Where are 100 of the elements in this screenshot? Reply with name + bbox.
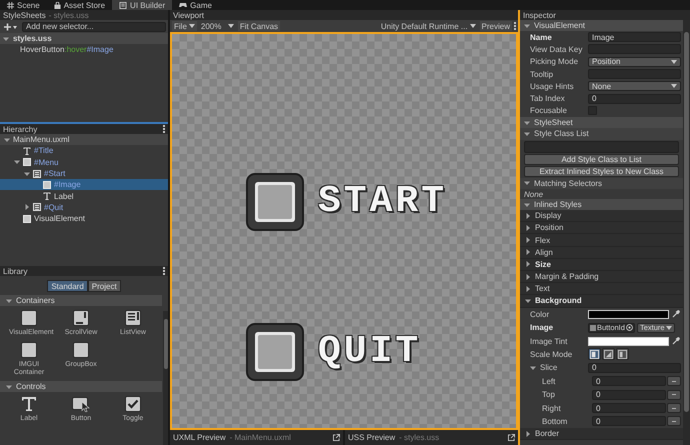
action-button[interactable]: Extract Inlined Styles to New Class <box>524 166 679 178</box>
eyedropper-icon[interactable] <box>672 310 681 319</box>
foldout-header[interactable]: Position <box>520 222 683 234</box>
foldout-arrow-icon[interactable] <box>525 261 531 268</box>
library-tab[interactable]: Project <box>88 280 121 292</box>
scale-mode-button[interactable] <box>602 348 615 360</box>
foldout-arrow-icon[interactable] <box>24 170 30 177</box>
number-field[interactable]: 0 <box>588 362 681 373</box>
foldout-arrow-icon[interactable] <box>525 274 531 280</box>
foldout-title: Border <box>535 429 560 438</box>
tree-item[interactable]: #Title <box>0 145 168 157</box>
foldout-arrow-icon[interactable] <box>525 237 531 244</box>
theme-dropdown[interactable]: Unity Default Runtime ... <box>378 21 478 31</box>
class-name-field[interactable] <box>524 140 679 153</box>
editor-tab[interactable]: Scene <box>0 0 47 10</box>
mode-button[interactable] <box>667 390 681 400</box>
eyedropper-icon[interactable] <box>672 336 681 346</box>
foldout-arrow-icon[interactable] <box>24 204 30 210</box>
foldout-arrow-icon[interactable] <box>6 384 12 390</box>
field-label: Usage Hints <box>530 82 575 91</box>
text-field[interactable]: Image <box>588 32 681 42</box>
foldout-header[interactable]: Matching Selectors <box>520 178 683 190</box>
number-field[interactable]: 0 <box>592 403 666 413</box>
tree-item[interactable]: VisualElement <box>0 213 168 224</box>
tree-item[interactable]: #Quit <box>0 202 168 214</box>
editor-tab[interactable]: Game <box>172 0 219 10</box>
target-icon[interactable] <box>626 324 633 332</box>
foldout-header[interactable]: Display <box>520 210 683 222</box>
action-button[interactable]: Add Style Class to List <box>524 154 679 166</box>
number-field[interactable]: 0 <box>592 390 666 400</box>
dropdown[interactable]: None <box>588 81 681 92</box>
mode-button[interactable] <box>667 376 681 386</box>
zoom-dropdown[interactable]: 200% <box>198 21 236 31</box>
editor-tab[interactable]: UI Builder <box>112 0 172 10</box>
add-button[interactable] <box>2 22 20 32</box>
selector-input[interactable]: Add new selector... <box>22 22 166 32</box>
color-field[interactable] <box>588 336 669 346</box>
scale-mode-button[interactable] <box>588 348 601 360</box>
section-header[interactable]: StyleSheet <box>520 117 683 128</box>
foldout-header[interactable]: Border <box>520 428 683 440</box>
foldout-arrow-icon[interactable] <box>525 298 531 304</box>
foldout-arrow-icon[interactable] <box>524 202 530 208</box>
foldout-header[interactable]: Flex <box>520 234 683 247</box>
foldout-title: Background <box>535 296 582 306</box>
caret-icon <box>671 84 677 88</box>
foldout-arrow-icon[interactable] <box>4 136 10 143</box>
number-field[interactable]: 0 <box>592 376 666 386</box>
foldout-arrow-icon[interactable] <box>525 224 531 231</box>
selector-item[interactable]: HoverButton:hover#Image <box>0 44 168 55</box>
foldout-arrow-icon[interactable] <box>3 36 9 42</box>
fit-canvas-button[interactable]: Fit Canvas <box>238 21 280 31</box>
square-frame-icon[interactable] <box>246 323 304 381</box>
number-field[interactable]: 0 <box>592 416 666 426</box>
mode-button[interactable] <box>667 403 681 413</box>
library-tab[interactable]: Standard <box>47 280 88 292</box>
foldout-arrow-icon[interactable] <box>530 364 536 371</box>
dropdown[interactable]: Position <box>588 56 681 67</box>
foldout-arrow-icon[interactable] <box>525 249 531 256</box>
foldout-arrow-icon[interactable] <box>525 286 531 292</box>
button-label[interactable]: START <box>318 183 448 221</box>
foldout-header[interactable]: Style Class List <box>520 128 683 140</box>
foldout-arrow-icon[interactable] <box>524 120 530 126</box>
tree-item[interactable]: #Menu <box>0 156 168 168</box>
editor-tab[interactable]: Asset Store <box>46 0 112 10</box>
section-header[interactable]: VisualElement <box>520 20 683 31</box>
file-menu[interactable]: File <box>172 21 197 31</box>
section-header[interactable]: Controls <box>0 381 162 392</box>
square-frame-icon[interactable] <box>246 173 304 231</box>
field-label: View Data Key <box>530 44 584 54</box>
mode-button[interactable] <box>667 416 681 426</box>
tree-item[interactable]: #Start <box>0 168 168 180</box>
pop-out-icon[interactable] <box>508 434 515 441</box>
stylesheet-item[interactable]: styles.uss <box>0 33 168 44</box>
pop-out-icon[interactable] <box>333 434 340 441</box>
scale-mode-button[interactable] <box>616 348 629 360</box>
viewport-canvas[interactable]: START QUIT <box>170 32 518 430</box>
foldout-arrow-icon[interactable] <box>524 180 530 186</box>
foldout-header[interactable]: Margin & Padding <box>520 271 683 284</box>
scrollbar[interactable] <box>683 20 690 445</box>
tree-item[interactable]: MainMenu.uxml <box>0 134 168 146</box>
foldout-header[interactable]: Size <box>520 258 683 272</box>
foldout-title: Margin & Padding <box>535 272 599 282</box>
foldout-arrow-icon[interactable] <box>14 159 20 166</box>
foldout-arrow-icon[interactable] <box>524 130 530 137</box>
preview-button[interactable]: Preview <box>480 21 512 31</box>
button-label[interactable]: QUIT <box>318 333 422 371</box>
tree-item[interactable]: Label <box>0 190 168 202</box>
foldout-arrow-icon[interactable] <box>525 430 531 437</box>
foldout-arrow-icon[interactable] <box>6 298 12 304</box>
scrollbar[interactable] <box>163 311 168 445</box>
section-header[interactable]: Inlined Styles <box>520 199 683 210</box>
foldout-header[interactable]: Background <box>520 295 683 308</box>
foldout-arrow-icon[interactable] <box>525 212 531 219</box>
checkbox[interactable] <box>588 106 597 116</box>
section-header[interactable]: Containers <box>0 295 162 306</box>
foldout-arrow-icon[interactable] <box>524 22 530 28</box>
foldout-header[interactable]: Text <box>520 283 683 296</box>
color-field[interactable] <box>588 310 669 319</box>
text-field[interactable]: 0 <box>588 94 681 104</box>
foldout-header[interactable]: Align <box>520 246 683 259</box>
